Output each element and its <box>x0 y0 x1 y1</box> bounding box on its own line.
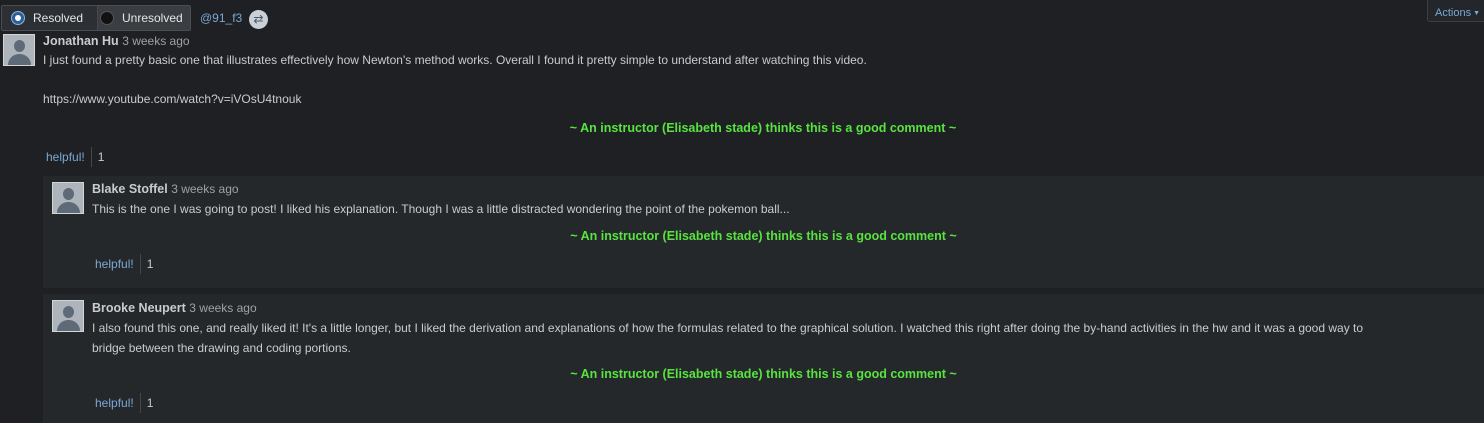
actions-label: Actions <box>1435 7 1472 19</box>
comment-text: This is the one I was going to post! I l… <box>92 202 790 216</box>
radio-unchecked-icon[interactable] <box>100 11 114 25</box>
instructor-endorsement: ~ An instructor (Elisabeth stade) thinks… <box>570 367 957 381</box>
helpful-count: 1 <box>97 150 105 164</box>
helpful-count: 1 <box>146 257 154 271</box>
resolved-option[interactable]: Resolved <box>2 6 98 30</box>
avatar-icon <box>3 34 35 66</box>
comment-link[interactable]: https://www.youtube.com/watch?v=iVOsU4tn… <box>43 89 301 109</box>
comment-author: Blake Stoffel 3 weeks ago <box>92 182 239 196</box>
helpful-control: helpful! 1 <box>46 147 104 167</box>
comment-author: Jonathan Hu 3 weeks ago <box>43 34 190 48</box>
resolved-filter-group: Resolved Unresolved <box>1 5 191 31</box>
helpful-button[interactable]: helpful! <box>46 147 92 167</box>
comment-time: 3 weeks ago <box>171 182 239 196</box>
author-name: Blake Stoffel <box>92 182 168 196</box>
helpful-button[interactable]: helpful! <box>95 393 141 413</box>
comment-time: 3 weeks ago <box>189 301 257 315</box>
helpful-count: 1 <box>146 396 154 410</box>
comment-author: Brooke Neupert 3 weeks ago <box>92 301 257 315</box>
radio-checked-icon[interactable] <box>11 11 25 25</box>
avatar-icon <box>52 300 84 332</box>
resolved-label: Resolved <box>33 11 84 25</box>
actions-dropdown[interactable]: Actions ▼ <box>1427 0 1484 22</box>
unresolved-label: Unresolved <box>122 11 183 25</box>
comment-text: I just found a pretty basic one that ill… <box>43 53 867 67</box>
helpful-control: helpful! 1 <box>95 393 153 413</box>
unresolved-option[interactable]: Unresolved <box>98 6 183 30</box>
comment-time: 3 weeks ago <box>122 34 190 48</box>
post-reference[interactable]: @91_f3 <box>200 11 242 25</box>
comment-text: I also found this one, and really liked … <box>92 321 1364 335</box>
caret-down-icon: ▼ <box>1473 10 1481 17</box>
avatar-icon <box>52 182 84 214</box>
main-comment: Jonathan Hu 3 weeks ago I just found a p… <box>0 32 1484 172</box>
helpful-control: helpful! 1 <box>95 254 153 274</box>
reply-comment: Blake Stoffel 3 weeks ago This is the on… <box>43 176 1484 288</box>
instructor-endorsement: ~ An instructor (Elisabeth stade) thinks… <box>570 229 957 243</box>
instructor-endorsement: ~ An instructor (Elisabeth stade) thinks… <box>569 121 957 135</box>
link-icon[interactable]: ⇄ <box>249 10 268 29</box>
author-name: Brooke Neupert <box>92 301 186 315</box>
thread-toolbar: Resolved Unresolved @91_f3 ⇄ Actions ▼ <box>0 0 1484 36</box>
helpful-button[interactable]: helpful! <box>95 254 141 274</box>
comment-text-continued: bridge between the drawing and coding po… <box>92 341 351 355</box>
reply-comment: Brooke Neupert 3 weeks ago I also found … <box>43 294 1484 423</box>
author-name: Jonathan Hu <box>43 34 119 48</box>
